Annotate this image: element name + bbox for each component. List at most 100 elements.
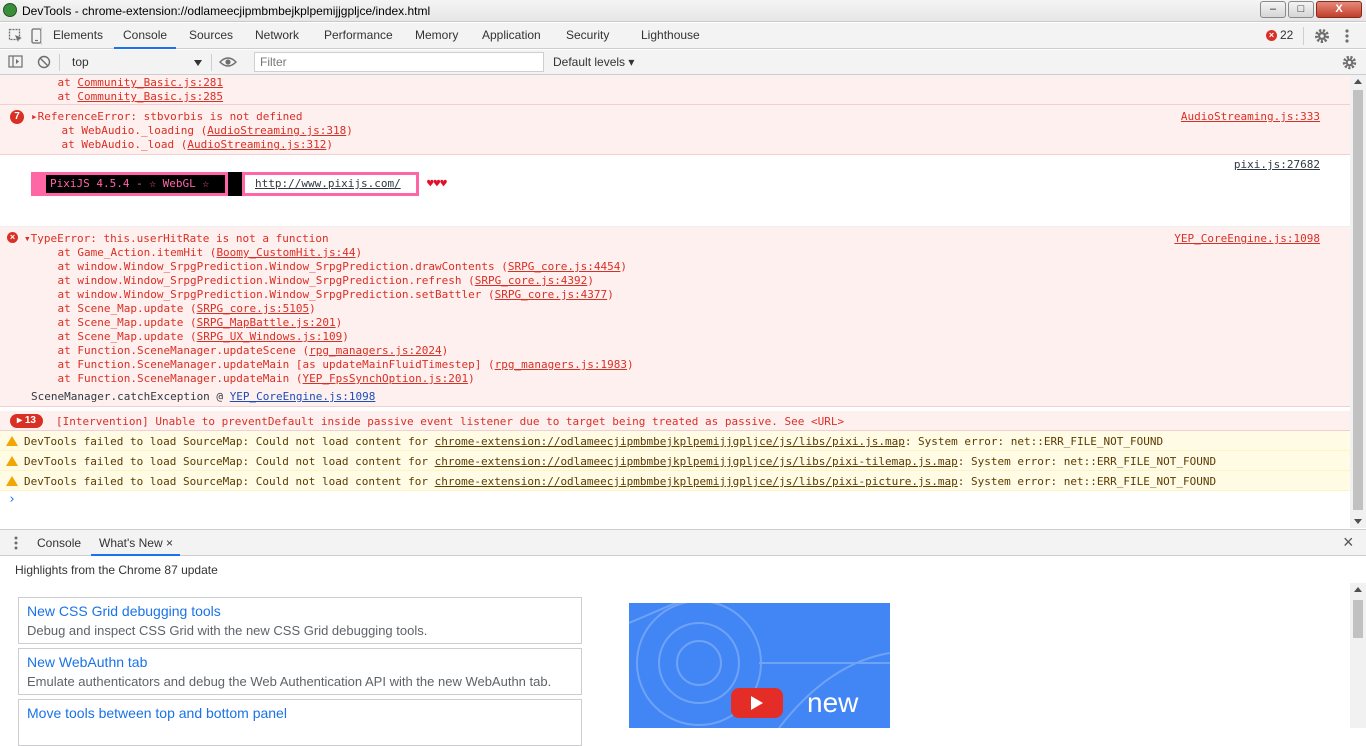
stack-frame-link[interactable]: SRPG_core.js:5105 (197, 302, 310, 315)
error-source-link[interactable]: AudioStreaming.js:333 (1181, 110, 1320, 123)
stack-frame-link[interactable]: SRPG_MapBattle.js:201 (197, 316, 336, 329)
error-message[interactable]: ▾TypeError: this.userHitRate is not a fu… (24, 232, 329, 246)
console-scrollbar[interactable] (1350, 75, 1366, 528)
error-message[interactable]: ▸ReferenceError: stbvorbis is not define… (31, 110, 303, 124)
close-window-button[interactable]: X (1316, 1, 1362, 18)
prompt-chevron-icon: › (8, 492, 16, 507)
stack-frame-text: ) (441, 344, 449, 357)
catch-exception-link[interactable]: YEP_CoreEngine.js:1098 (230, 390, 376, 403)
console-prompt[interactable]: › (0, 491, 1350, 528)
drawer-tab-console[interactable]: Console (30, 530, 88, 556)
scroll-down-icon[interactable] (1354, 519, 1362, 524)
scroll-up-icon[interactable] (1354, 79, 1362, 84)
stack-frame-link[interactable]: AudioStreaming.js:312 (187, 138, 326, 151)
tab-application[interactable]: Application (482, 23, 541, 49)
feature-card-title[interactable]: Move tools between top and bottom panel (27, 705, 287, 721)
intervention-message[interactable]: [Intervention] Unable to preventDefault … (56, 415, 844, 429)
error-count[interactable]: 22 (1280, 28, 1293, 42)
stack-frame-text: at Function.SceneManager.updateMain ( (31, 372, 303, 385)
error-source-link[interactable]: YEP_CoreEngine.js:1098 (1174, 232, 1320, 245)
error-count-icon[interactable]: × (1266, 30, 1277, 41)
maximize-button[interactable]: □ (1288, 1, 1314, 18)
feature-card[interactable]: New WebAuthn tab Emulate authenticators a… (18, 648, 582, 695)
stack-frame-text: at WebAudio._loading ( (35, 124, 208, 137)
inspect-element-icon[interactable] (8, 28, 24, 44)
scroll-up-icon[interactable] (1354, 587, 1362, 592)
sourcemap-link[interactable]: chrome-extension://odlameecjipmbmbejkplp… (435, 475, 958, 488)
feature-card[interactable]: Move tools between top and bottom panel (18, 699, 582, 746)
console-reference-error: 7 ▸ReferenceError: stbvorbis is not defi… (0, 105, 1350, 155)
stack-frame-link[interactable]: SRPG_core.js:4377 (495, 288, 608, 301)
stack-frame-text: ) (309, 302, 316, 315)
stack-frame-text: at Scene_Map.update ( (31, 302, 197, 315)
scrollbar-thumb[interactable] (1353, 600, 1363, 638)
stack-frame-text: ) (587, 274, 594, 287)
close-tab-icon[interactable]: × (166, 536, 173, 550)
stack-frame-text: at Function.SceneManager.updateScene ( (31, 344, 310, 357)
feature-card[interactable]: New CSS Grid debugging tools Debug and in… (18, 597, 582, 644)
stack-frame-link[interactable]: YEP_FpsSynchOption.js:201 (303, 372, 469, 385)
drawer-menu-icon[interactable] (13, 536, 19, 550)
stack-frame-link[interactable]: SRPG_core.js:4392 (475, 274, 588, 287)
warning-text: : System error: net::ERR_FILE_NOT_FOUND (957, 455, 1217, 468)
tab-security[interactable]: Security (566, 23, 609, 49)
warning-text: : System error: net::ERR_FILE_NOT_FOUND (904, 435, 1164, 448)
show-sidebar-icon[interactable] (8, 55, 24, 69)
console-messages: at Community_Basic.js:281 at Community_B… (0, 75, 1350, 528)
feature-card-description: Debug and inspect CSS Grid with the new … (27, 623, 428, 638)
feature-card-title[interactable]: New CSS Grid debugging tools (27, 603, 221, 619)
pixi-url-link[interactable]: http://www.pixijs.com/ (245, 175, 416, 193)
tab-memory[interactable]: Memory (415, 23, 458, 49)
tab-elements[interactable]: Elements (53, 23, 103, 49)
youtube-play-button-icon[interactable] (731, 688, 783, 718)
tab-console[interactable]: Console (114, 23, 177, 49)
console-error-stack-tail: at Community_Basic.js:281 at Community_B… (0, 75, 1350, 105)
stack-frame-link[interactable]: AudioStreaming.js:318 (207, 124, 346, 137)
settings-gear-icon[interactable] (1313, 27, 1331, 45)
console-settings-gear-icon[interactable] (1341, 54, 1358, 71)
minimize-button[interactable]: – (1260, 1, 1286, 18)
stack-frame-link[interactable]: SRPG_UX_Windows.js:109 (197, 330, 343, 343)
stack-frame-text: at WebAudio._load ( (35, 138, 188, 151)
stack-frame-link[interactable]: rpg_managers.js:2024 (309, 344, 441, 357)
stack-frame-link[interactable]: SRPG_core.js:4454 (508, 260, 621, 273)
expand-triangle-icon: ▸ (17, 415, 25, 426)
stack-frame-link[interactable]: Boomy_CustomHit.js:44 (216, 246, 355, 259)
stack-frame-link[interactable]: Community_Basic.js:285 (77, 90, 223, 103)
sourcemap-link[interactable]: chrome-extension://odlameecjipmbmbejkplp… (435, 435, 905, 448)
context-selector[interactable]: top (64, 54, 204, 71)
sourcemap-link[interactable]: chrome-extension://odlameecjipmbmbejkplp… (435, 455, 958, 468)
warning-text: : System error: net::ERR_FILE_NOT_FOUND (957, 475, 1217, 488)
tab-performance[interactable]: Performance (324, 23, 393, 49)
whats-new-heading: Highlights from the Chrome 87 update (15, 563, 218, 577)
context-dropdown-icon (194, 60, 202, 66)
repeat-count-badge: ▸ 13 (10, 414, 43, 428)
stack-frame-link[interactable]: Community_Basic.js:281 (77, 76, 223, 89)
drawer-scrollbar[interactable] (1350, 583, 1366, 728)
stack-frame: at Function.SceneManager.updateMain [as … (31, 358, 633, 372)
clear-console-icon[interactable] (37, 55, 51, 69)
whats-new-video-thumbnail[interactable]: new (629, 603, 890, 728)
tab-sources[interactable]: Sources (189, 23, 233, 49)
stack-frame: at window.Window_SrpgPrediction.Window_S… (31, 260, 627, 274)
devtools-panel-tabs: Elements Console Sources Network Perform… (0, 23, 1366, 49)
tab-network[interactable]: Network (255, 23, 299, 49)
stack-frame: at Function.SceneManager.updateMain (YEP… (31, 372, 474, 386)
more-options-icon[interactable] (1344, 28, 1350, 44)
scrollbar-thumb[interactable] (1353, 90, 1363, 510)
stack-frame-text: ) (355, 246, 363, 259)
stack-frame-link[interactable]: rpg_managers.js:1983 (495, 358, 627, 371)
live-expression-eye-icon[interactable] (219, 56, 237, 68)
close-drawer-icon[interactable]: × (1343, 532, 1354, 553)
log-levels-dropdown[interactable]: Default levels ▾ (553, 55, 634, 69)
console-filter-input[interactable] (254, 52, 544, 72)
drawer-tab-whats-new[interactable]: What's New × (91, 530, 180, 556)
log-source-link[interactable]: pixi.js:27682 (1234, 158, 1320, 171)
pixi-url-frame: http://www.pixijs.com/ (242, 172, 419, 196)
devtools-app-icon (3, 3, 17, 17)
warning-icon (6, 436, 18, 446)
tab-lighthouse[interactable]: Lighthouse (641, 23, 700, 49)
warning-text: DevTools failed to load SourceMap: Could… (24, 475, 435, 488)
pixi-banner-stripe (228, 172, 242, 196)
feature-card-title[interactable]: New WebAuthn tab (27, 654, 147, 670)
